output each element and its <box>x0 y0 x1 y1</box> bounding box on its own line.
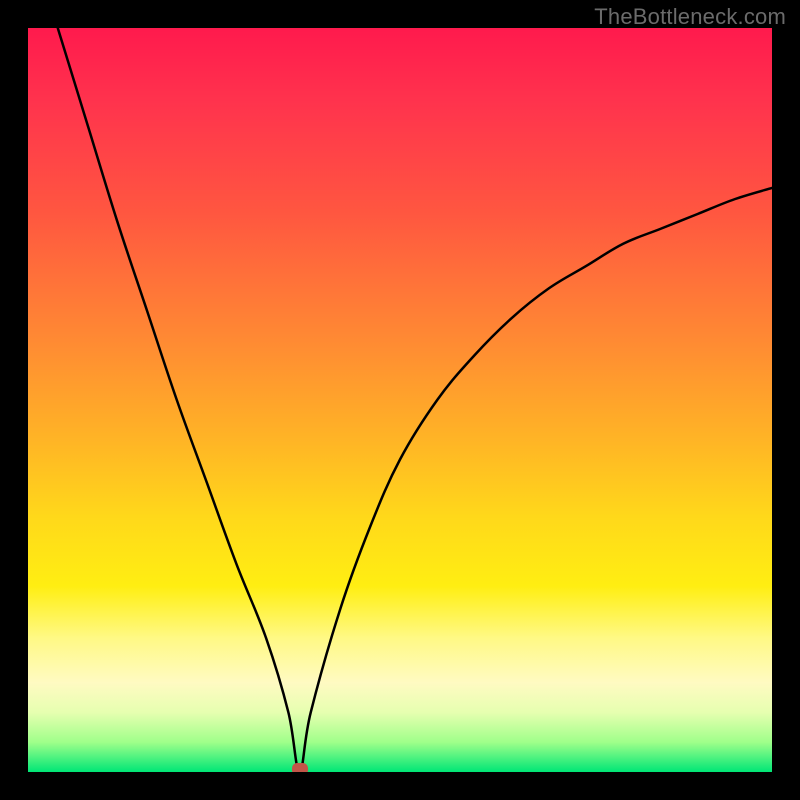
bottleneck-curve <box>28 28 772 772</box>
plot-area <box>28 28 772 772</box>
watermark-text: TheBottleneck.com <box>594 4 786 30</box>
curve-path <box>58 28 772 772</box>
chart-frame: TheBottleneck.com <box>0 0 800 800</box>
minimum-marker-icon <box>292 763 308 772</box>
